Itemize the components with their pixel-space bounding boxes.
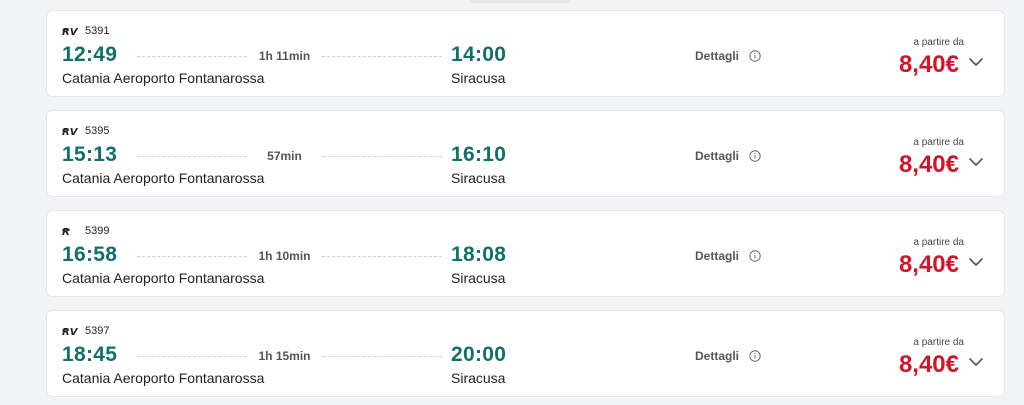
train-info: RV 5397: [62, 324, 109, 338]
info-icon: [749, 50, 761, 62]
journey-line: [322, 56, 442, 57]
info-icon: [749, 150, 761, 162]
price-from-label: a partire da: [913, 237, 964, 248]
journey-line: [137, 156, 247, 157]
train-number: 5397: [85, 325, 110, 337]
scroll-edge-tab: [470, 0, 570, 3]
arrival-station: Siracusa: [451, 270, 506, 286]
arrival-time: 18:08: [451, 243, 507, 266]
arrival-time: 20:00: [451, 343, 507, 366]
arrival-time: 14:00: [451, 43, 507, 66]
rv-regionale-veloce-icon: RV: [62, 325, 82, 337]
train-result-card[interactable]: RV 5395 15:13 57min 16:10 Catania Aeropo…: [46, 110, 1005, 197]
departure-time: 12:49: [62, 43, 118, 66]
chevron-down-icon[interactable]: [968, 356, 984, 368]
details-label: Dettagli: [695, 149, 740, 163]
arrival-station: Siracusa: [451, 170, 506, 186]
train-info: R 5399: [62, 224, 109, 238]
train-number: 5391: [85, 25, 110, 37]
journey-line: [137, 56, 247, 57]
journey-duration: 1h 10min: [258, 249, 311, 263]
price: 8,40€: [898, 51, 959, 78]
journey-line: [137, 356, 247, 357]
price: 8,40€: [898, 251, 959, 278]
details-label: Dettagli: [695, 249, 740, 263]
svg-text:RV: RV: [62, 127, 79, 137]
details-button[interactable]: Dettagli: [695, 249, 761, 263]
train-result-card[interactable]: RV 5391 12:49 1h 11min 14:00 Catania Aer…: [46, 10, 1005, 97]
r-regionale-icon: R: [62, 225, 82, 237]
journey-line: [322, 356, 442, 357]
svg-text:RV: RV: [62, 327, 79, 337]
info-icon: [749, 250, 761, 262]
chevron-down-icon[interactable]: [968, 156, 984, 168]
arrival-station: Siracusa: [451, 370, 506, 386]
price-from-label: a partire da: [913, 37, 964, 48]
departure-station: Catania Aeroporto Fontanarossa: [62, 170, 265, 186]
train-number: 5395: [85, 125, 110, 137]
details-label: Dettagli: [695, 349, 740, 363]
chevron-down-icon[interactable]: [968, 56, 984, 68]
train-info: RV 5395: [62, 124, 109, 138]
journey-duration: 1h 11min: [258, 49, 311, 63]
price-from-label: a partire da: [913, 337, 964, 348]
price: 8,40€: [898, 151, 959, 178]
details-label: Dettagli: [695, 49, 740, 63]
train-number: 5399: [85, 225, 110, 237]
train-info: RV 5391: [62, 24, 109, 38]
arrival-station: Siracusa: [451, 70, 506, 86]
journey-line: [137, 256, 247, 257]
departure-station: Catania Aeroporto Fontanarossa: [62, 370, 265, 386]
departure-station: Catania Aeroporto Fontanarossa: [62, 270, 265, 286]
departure-station: Catania Aeroporto Fontanarossa: [62, 70, 265, 86]
journey-duration: 57min: [267, 149, 302, 163]
journey-line: [322, 156, 442, 157]
price: 8,40€: [898, 351, 959, 378]
price-from-label: a partire da: [913, 137, 964, 148]
departure-time: 18:45: [62, 343, 118, 366]
train-result-card[interactable]: RV 5397 18:45 1h 15min 20:00 Catania Aer…: [46, 310, 1005, 397]
arrival-time: 16:10: [451, 143, 507, 166]
journey-duration: 1h 15min: [258, 349, 311, 363]
info-icon: [749, 350, 761, 362]
rv-regionale-veloce-icon: RV: [62, 25, 82, 37]
rv-regionale-veloce-icon: RV: [62, 125, 82, 137]
svg-text:R: R: [62, 227, 70, 237]
details-button[interactable]: Dettagli: [695, 349, 761, 363]
journey-line: [322, 256, 442, 257]
departure-time: 16:58: [62, 243, 118, 266]
details-button[interactable]: Dettagli: [695, 149, 761, 163]
train-result-card[interactable]: R 5399 16:58 1h 10min 18:08 Catania Aero…: [46, 210, 1005, 297]
details-button[interactable]: Dettagli: [695, 49, 761, 63]
chevron-down-icon[interactable]: [968, 256, 984, 268]
svg-text:RV: RV: [62, 27, 79, 37]
departure-time: 15:13: [62, 143, 118, 166]
